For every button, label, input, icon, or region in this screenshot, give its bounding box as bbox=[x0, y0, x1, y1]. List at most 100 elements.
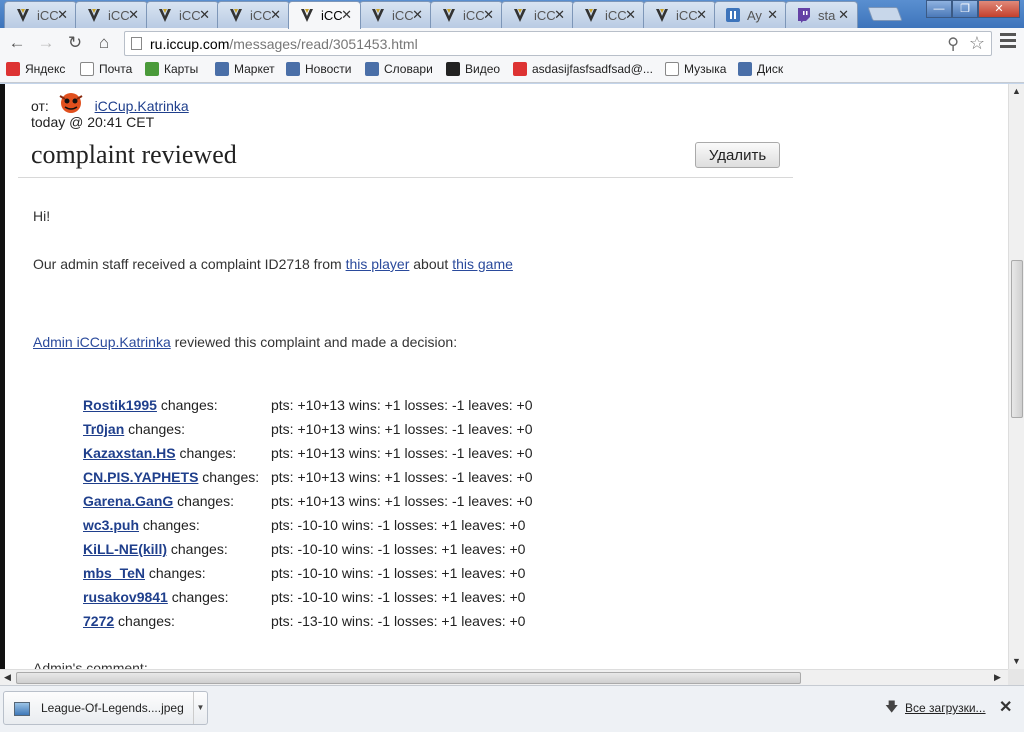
player-name-link[interactable]: wc3.puh bbox=[83, 517, 139, 533]
player-name-link[interactable]: rusakov9841 bbox=[83, 589, 168, 605]
bookmark-item[interactable]: Почта bbox=[80, 62, 132, 76]
player-name-link[interactable]: 7272 bbox=[83, 613, 114, 629]
bookmark-item[interactable]: Маркет bbox=[215, 62, 275, 76]
scroll-up-icon[interactable]: ▲ bbox=[1012, 86, 1021, 96]
download-item[interactable]: League-Of-Legends....jpeg ▼ bbox=[3, 691, 208, 725]
scroll-right-icon[interactable]: ▶ bbox=[994, 672, 1001, 683]
admin-link[interactable]: Admin iCCup.Katrinka bbox=[33, 334, 171, 350]
bookmark-item[interactable]: asdasijfasfsadfsad@... bbox=[513, 62, 653, 76]
changes-label: changes: bbox=[198, 469, 260, 485]
page-content: от: iCCup.Katrinka today @ 20:41 CET com… bbox=[0, 84, 1008, 669]
player-result: pts: -10-10 wins: -1 losses: +1 leaves: … bbox=[271, 541, 526, 557]
all-downloads-link[interactable]: Все загрузки... bbox=[905, 701, 986, 715]
url-path: /messages/read/3051453.html bbox=[229, 36, 418, 52]
browser-tab[interactable]: iCC ✕ bbox=[643, 1, 716, 28]
scroll-down-icon[interactable]: ▼ bbox=[1012, 656, 1021, 666]
vertical-scroll-thumb[interactable] bbox=[1011, 260, 1023, 418]
bookmark-item[interactable]: Новости bbox=[286, 62, 351, 76]
bookmark-label: Почта bbox=[99, 62, 133, 76]
close-tab-icon[interactable]: ✕ bbox=[838, 7, 849, 23]
new-tab-button[interactable] bbox=[867, 7, 903, 21]
iccup-favicon bbox=[157, 7, 173, 23]
close-tab-icon[interactable]: ✕ bbox=[625, 7, 636, 23]
close-tab-icon[interactable]: ✕ bbox=[696, 7, 707, 23]
reload-button[interactable]: ↻ bbox=[64, 32, 86, 54]
player-name-link[interactable]: Tr0jan bbox=[83, 421, 124, 437]
browser-tab[interactable]: sta ✕ bbox=[785, 1, 858, 28]
url-text[interactable]: ru.iccup.com/messages/read/3051453.html bbox=[150, 36, 418, 52]
download-menu-icon[interactable]: ▼ bbox=[193, 692, 207, 724]
player-name-link[interactable]: Garena.GanG bbox=[83, 493, 173, 509]
player-name-cell: rusakov9841 changes: bbox=[83, 589, 229, 605]
twitch-favicon bbox=[796, 7, 812, 23]
browser-tab[interactable]: iCC ✕ bbox=[146, 1, 219, 28]
download-shelf: League-Of-Legends....jpeg ▼ 🡇 Все загруз… bbox=[0, 685, 1024, 732]
browser-tab[interactable]: iCC ✕ bbox=[501, 1, 574, 28]
player-result: pts: -13-10 wins: -1 losses: +1 leaves: … bbox=[271, 613, 526, 629]
player-name-link[interactable]: CN.PIS.YAPHETS bbox=[83, 469, 198, 485]
changes-label: changes: bbox=[139, 517, 200, 533]
back-button[interactable]: ← bbox=[6, 32, 28, 54]
vertical-scrollbar[interactable]: ▲ ▼ bbox=[1008, 84, 1024, 669]
scroll-left-icon[interactable]: ◀ bbox=[4, 672, 11, 683]
maps-icon bbox=[145, 62, 159, 76]
bookmark-item[interactable]: Яндекс bbox=[6, 62, 65, 76]
bookmark-item[interactable]: Видео bbox=[446, 62, 500, 76]
player-name-link[interactable]: mbs_TeN bbox=[83, 565, 145, 581]
browser-tab[interactable]: iCC ✕ bbox=[430, 1, 503, 28]
close-tab-icon[interactable]: ✕ bbox=[57, 7, 68, 23]
sender-link[interactable]: iCCup.Katrinka bbox=[95, 98, 189, 114]
bookmark-star-icon[interactable]: ☆ bbox=[969, 33, 985, 54]
changes-label: changes: bbox=[175, 445, 237, 461]
bookmark-item[interactable]: Словари bbox=[365, 62, 433, 76]
player-link[interactable]: this player bbox=[346, 256, 410, 272]
decision-text: reviewed this complaint and made a decis… bbox=[170, 334, 458, 350]
player-name-link[interactable]: KiLL-NE(kill) bbox=[83, 541, 167, 557]
browser-tab[interactable]: iCC ✕ bbox=[288, 1, 361, 29]
player-result: pts: -10-10 wins: -1 losses: +1 leaves: … bbox=[271, 565, 526, 581]
close-shelf-icon[interactable]: ✕ bbox=[999, 697, 1012, 717]
close-window-button[interactable]: ✕ bbox=[978, 0, 1020, 18]
browser-tab[interactable]: iCC ✕ bbox=[572, 1, 645, 28]
horizontal-scrollbar[interactable]: ◀ ▶ bbox=[0, 669, 1008, 685]
bookmark-item[interactable]: Диск bbox=[738, 62, 783, 76]
address-bar[interactable]: ru.iccup.com/messages/read/3051453.html … bbox=[124, 31, 992, 56]
maximize-button[interactable]: ❐ bbox=[952, 0, 978, 18]
close-tab-icon[interactable]: ✕ bbox=[199, 7, 210, 23]
bookmark-item[interactable]: Карты bbox=[145, 62, 198, 76]
bookmark-item[interactable]: Музыка bbox=[665, 62, 726, 76]
close-tab-icon[interactable]: ✕ bbox=[270, 7, 281, 23]
player-name-cell: KiLL-NE(kill) changes: bbox=[83, 541, 228, 557]
pause-favicon bbox=[725, 7, 741, 23]
player-name-link[interactable]: Rostik1995 bbox=[83, 397, 157, 413]
browser-tab[interactable]: iCC ✕ bbox=[217, 1, 290, 28]
zoom-icon[interactable]: ⚲ bbox=[947, 34, 959, 54]
close-tab-icon[interactable]: ✕ bbox=[412, 7, 423, 23]
close-tab-icon[interactable]: ✕ bbox=[483, 7, 494, 23]
player-name-cell: mbs_TeN changes: bbox=[83, 565, 206, 581]
close-tab-icon[interactable]: ✕ bbox=[554, 7, 565, 23]
player-name-cell: Rostik1995 changes: bbox=[83, 397, 218, 413]
delete-button[interactable]: Удалить bbox=[695, 142, 780, 168]
home-button[interactable]: ⌂ bbox=[93, 32, 115, 54]
url-host: ru.iccup.com bbox=[150, 36, 230, 52]
minimize-button[interactable]: — bbox=[926, 0, 952, 18]
player-name-cell: CN.PIS.YAPHETS changes: bbox=[83, 469, 259, 485]
player-name-link[interactable]: Kazaxstan.HS bbox=[83, 445, 176, 461]
complaint-text: Our admin staff received a complaint ID2… bbox=[33, 256, 346, 272]
forward-button[interactable]: → bbox=[35, 32, 57, 54]
disk-icon bbox=[738, 62, 752, 76]
browser-tab[interactable]: iCC ✕ bbox=[75, 1, 148, 28]
menu-icon[interactable] bbox=[1000, 33, 1016, 51]
game-link[interactable]: this game bbox=[452, 256, 513, 272]
message-subject: complaint reviewed bbox=[31, 140, 237, 169]
browser-tab[interactable]: Ay ✕ bbox=[714, 1, 787, 28]
close-tab-icon[interactable]: ✕ bbox=[128, 7, 139, 23]
changes-label: changes: bbox=[144, 565, 206, 581]
browser-tab[interactable]: iCC ✕ bbox=[359, 1, 432, 28]
close-tab-icon[interactable]: ✕ bbox=[341, 7, 352, 23]
close-tab-icon[interactable]: ✕ bbox=[767, 7, 778, 23]
browser-tab[interactable]: iCC ✕ bbox=[4, 1, 77, 28]
horizontal-scroll-thumb[interactable] bbox=[16, 672, 801, 684]
iccup-favicon bbox=[228, 7, 244, 23]
